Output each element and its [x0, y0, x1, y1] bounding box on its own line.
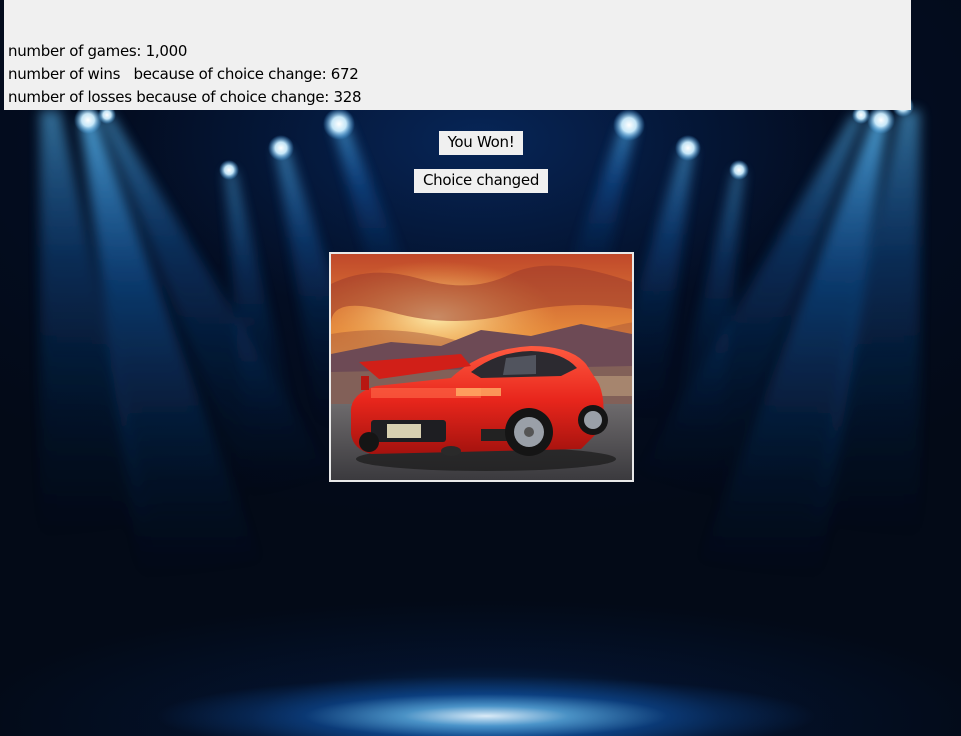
wins-count-label: number of wins because of choice change:…: [8, 65, 359, 83]
losses-count-label: number of losses because of choice chang…: [8, 88, 362, 106]
stats-panel: number of games: 1,000 number of wins be…: [4, 0, 911, 110]
stage-background: number of games: 1,000 number of wins be…: [0, 0, 961, 736]
prize-car-image: [329, 252, 634, 482]
choice-status-label: Choice changed: [414, 169, 548, 193]
result-label: You Won!: [439, 131, 523, 155]
games-count-label: number of games: 1,000: [8, 42, 188, 60]
